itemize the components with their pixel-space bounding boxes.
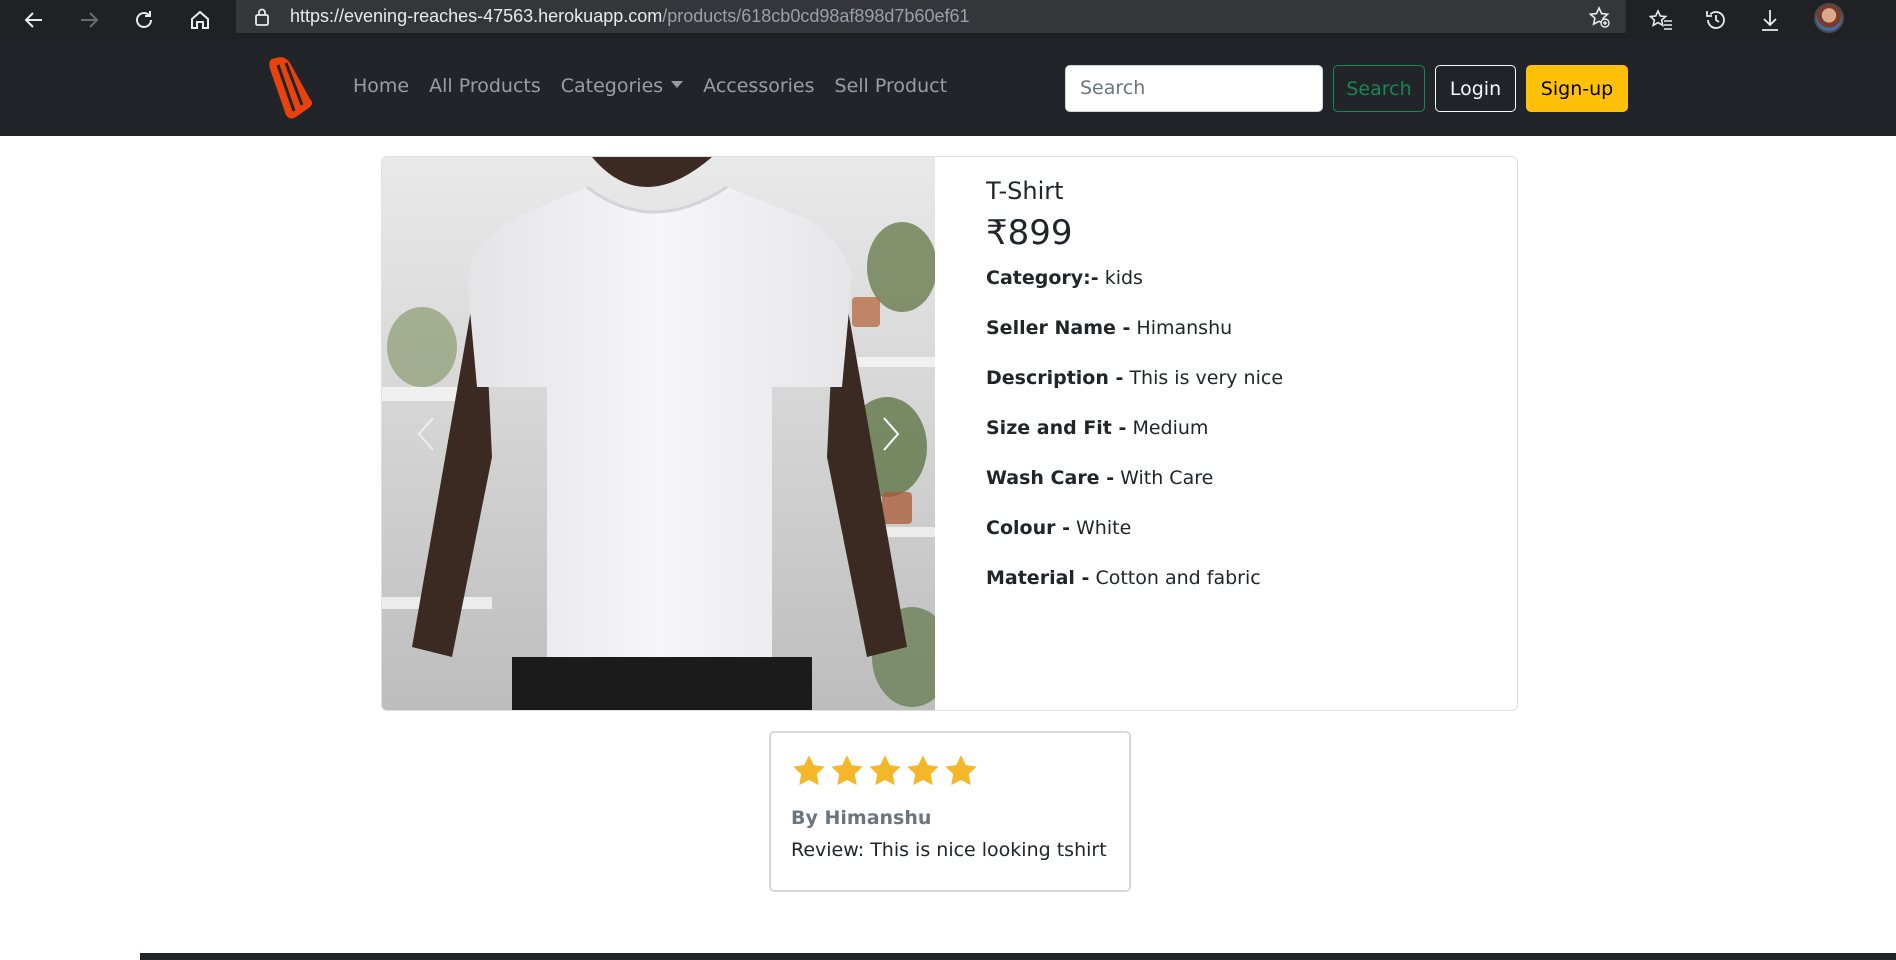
login-button[interactable]: Login (1435, 65, 1516, 112)
review-author: By Himanshu (791, 807, 932, 829)
add-favorite-icon[interactable] (1588, 6, 1610, 32)
chevron-right-icon (883, 417, 900, 451)
carousel-next-button[interactable] (861, 407, 921, 461)
star-icon (907, 755, 939, 786)
nav-categories-dropdown[interactable]: Categories (551, 75, 693, 97)
home-icon[interactable] (184, 4, 216, 36)
star-icon (793, 755, 825, 786)
field-value: kids (1104, 267, 1143, 289)
star-icon (831, 755, 863, 786)
review-card: By Himanshu Review: This is nice looking… (769, 731, 1131, 892)
reload-icon[interactable] (128, 4, 160, 36)
star-icon (945, 755, 977, 786)
product-field: Category:- kids (986, 265, 1486, 315)
field-label: Seller Name - (986, 317, 1131, 339)
nav-categories-label: Categories (560, 75, 664, 97)
nav-home[interactable]: Home (343, 75, 419, 97)
field-value: This is very nice (1129, 367, 1284, 389)
carousel-prev-button[interactable] (396, 407, 456, 461)
star-rating (791, 753, 1109, 793)
nav-links: Home All Products Categories Accessories… (343, 75, 957, 97)
downloads-icon[interactable] (1754, 4, 1786, 36)
product-field: Seller Name - Himanshu (986, 315, 1486, 365)
product-field: Wash Care - With Care (986, 465, 1486, 515)
address-bar[interactable]: https://evening-reaches-47563.herokuapp.… (236, 0, 1626, 33)
product-field: Material - Cotton and fabric (986, 565, 1486, 615)
forward-icon[interactable] (73, 4, 105, 36)
footer-edge (0, 953, 1896, 960)
nav-sell-product[interactable]: Sell Product (825, 75, 958, 97)
field-label: Description - (986, 367, 1124, 389)
product-title: T-Shirt (986, 177, 1064, 205)
profile-avatar[interactable] (1814, 3, 1844, 33)
field-value: Himanshu (1136, 317, 1233, 339)
field-label: Material - (986, 567, 1090, 589)
product-image (382, 157, 935, 710)
search-button[interactable]: Search (1333, 65, 1425, 112)
brand-logo-icon[interactable] (266, 55, 316, 121)
history-icon[interactable] (1700, 4, 1732, 36)
product-field: Description - This is very nice (986, 365, 1486, 415)
field-label: Colour - (986, 517, 1070, 539)
product-field: Colour - White (986, 515, 1486, 565)
product-card: T-Shirt ₹899 Category:- kids Seller Name… (381, 156, 1518, 711)
review-text: Review: This is nice looking tshirt (791, 839, 1107, 861)
chevron-down-icon (671, 81, 684, 88)
chevron-left-icon (417, 417, 434, 451)
field-label: Wash Care - (986, 467, 1115, 489)
field-value: White (1076, 517, 1132, 539)
search-input[interactable]: Search (1065, 65, 1323, 112)
browser-toolbar: https://evening-reaches-47563.herokuapp.… (0, 0, 1896, 39)
signup-button[interactable]: Sign-up (1526, 65, 1628, 112)
nav-all-products[interactable]: All Products (419, 75, 551, 97)
nav-accessories[interactable]: Accessories (693, 75, 824, 97)
field-label: Category:- (986, 267, 1099, 289)
product-field: Size and Fit - Medium (986, 415, 1486, 465)
field-value: Cotton and fabric (1095, 567, 1261, 589)
lock-icon[interactable] (254, 8, 270, 30)
url-text: https://evening-reaches-47563.herokuapp.… (290, 6, 970, 26)
field-value: With Care (1120, 467, 1214, 489)
product-image-carousel[interactable] (382, 157, 935, 710)
field-label: Size and Fit - (986, 417, 1127, 439)
field-value: Medium (1132, 417, 1209, 439)
favorites-icon[interactable] (1645, 4, 1677, 36)
product-price: ₹899 (986, 213, 1073, 253)
star-icon (869, 755, 901, 786)
back-icon[interactable] (18, 4, 50, 36)
product-details: T-Shirt ₹899 Category:- kids Seller Name… (986, 177, 1486, 615)
site-navbar: Home All Products Categories Accessories… (0, 39, 1896, 136)
